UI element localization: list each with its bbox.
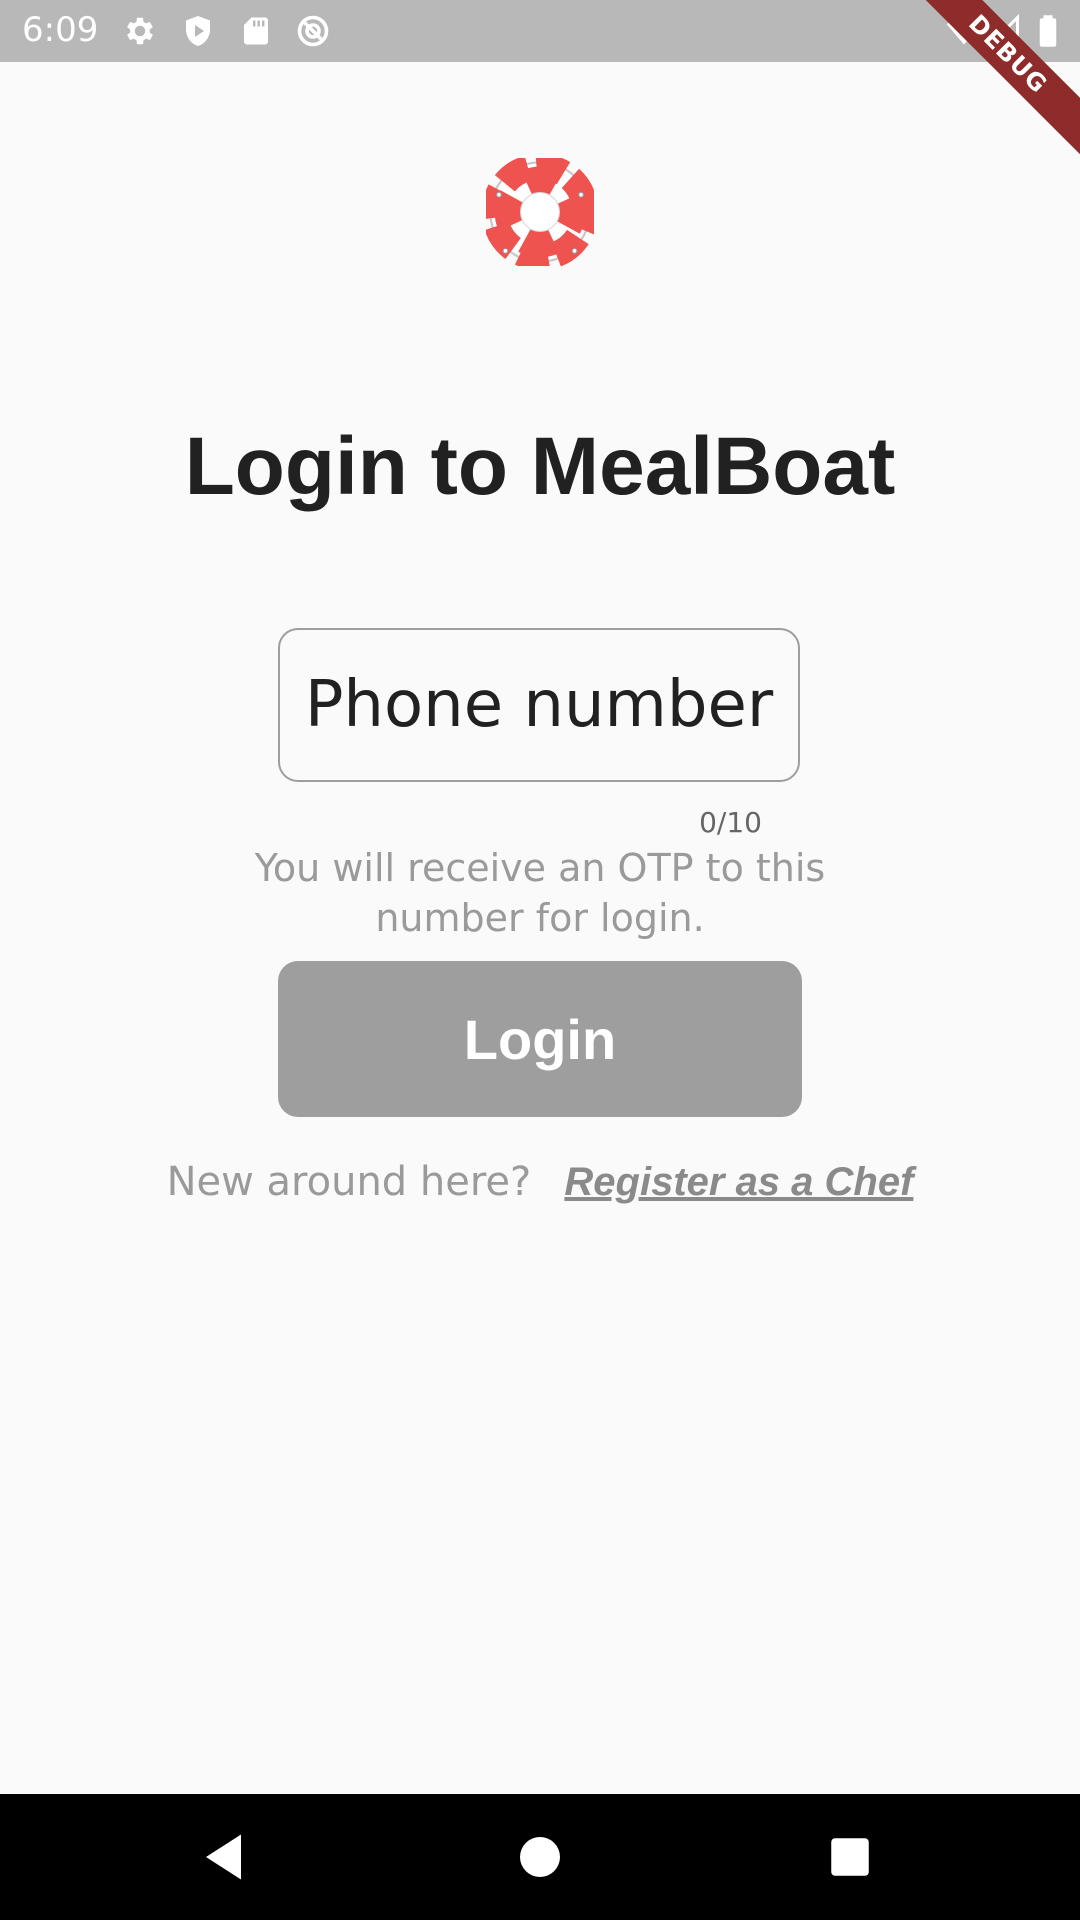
status-bar: 6:09 [0, 0, 1080, 62]
recents-icon[interactable] [820, 1827, 880, 1887]
sd-card-icon [238, 13, 274, 49]
home-icon[interactable] [510, 1827, 570, 1887]
register-prompt: New around here? [166, 1159, 532, 1205]
phone-field[interactable] [278, 628, 800, 782]
phone-number-input[interactable] [280, 630, 798, 780]
settings-icon [122, 13, 158, 49]
back-icon[interactable] [196, 1827, 256, 1887]
no-disturb-icon [295, 13, 331, 49]
helper-text: You will receive an OTP to this number f… [254, 846, 826, 940]
login-screen: 6:09 DEBUG Login to MealBoat Phone numbe… [0, 0, 1080, 1920]
navigation-bar [0, 1794, 1080, 1920]
status-time: 6:09 [22, 10, 99, 50]
character-counter: 0/10 [699, 806, 762, 839]
register-chef-link[interactable]: Register as a Chef [564, 1160, 913, 1204]
lifebuoy-icon [486, 158, 594, 266]
login-button[interactable]: Login [278, 961, 802, 1117]
battery-icon [1030, 13, 1066, 49]
page-title: Login to MealBoat [184, 421, 896, 512]
shield-icon [180, 13, 216, 49]
register-row: New around here? Register as a Chef [0, 1156, 1080, 1208]
